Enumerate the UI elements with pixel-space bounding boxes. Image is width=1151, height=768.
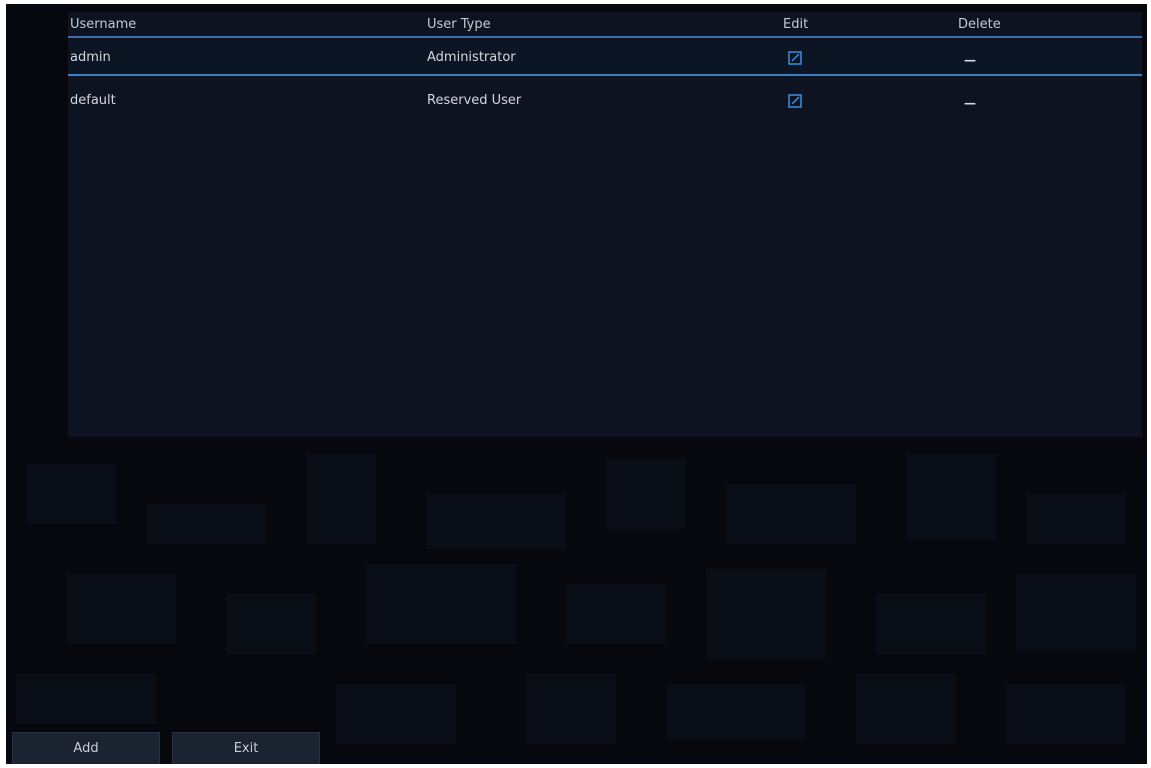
row-username: default [70, 93, 116, 108]
header-divider [68, 36, 1142, 38]
header-edit: Edit [783, 17, 809, 32]
user-management-screen: Username User Type Edit Delete admin Adm… [6, 4, 1147, 764]
add-button[interactable]: Add [12, 732, 160, 764]
header-user-type: User Type [427, 17, 491, 32]
table-row[interactable]: admin Administrator — [68, 41, 1142, 76]
row-user-type: Reserved User [427, 93, 522, 108]
header-username: Username [70, 17, 137, 32]
exit-button[interactable]: Exit [172, 732, 320, 764]
background-texture [16, 454, 1136, 744]
edit-icon[interactable] [788, 51, 802, 65]
row-username: admin [70, 50, 111, 65]
row-user-type: Administrator [427, 50, 516, 65]
table-row[interactable]: default Reserved User — [68, 84, 1142, 117]
header-delete: Delete [958, 17, 1001, 32]
edit-icon[interactable] [788, 94, 802, 108]
delete-unavailable: — [964, 53, 976, 67]
delete-unavailable: — [964, 96, 976, 110]
